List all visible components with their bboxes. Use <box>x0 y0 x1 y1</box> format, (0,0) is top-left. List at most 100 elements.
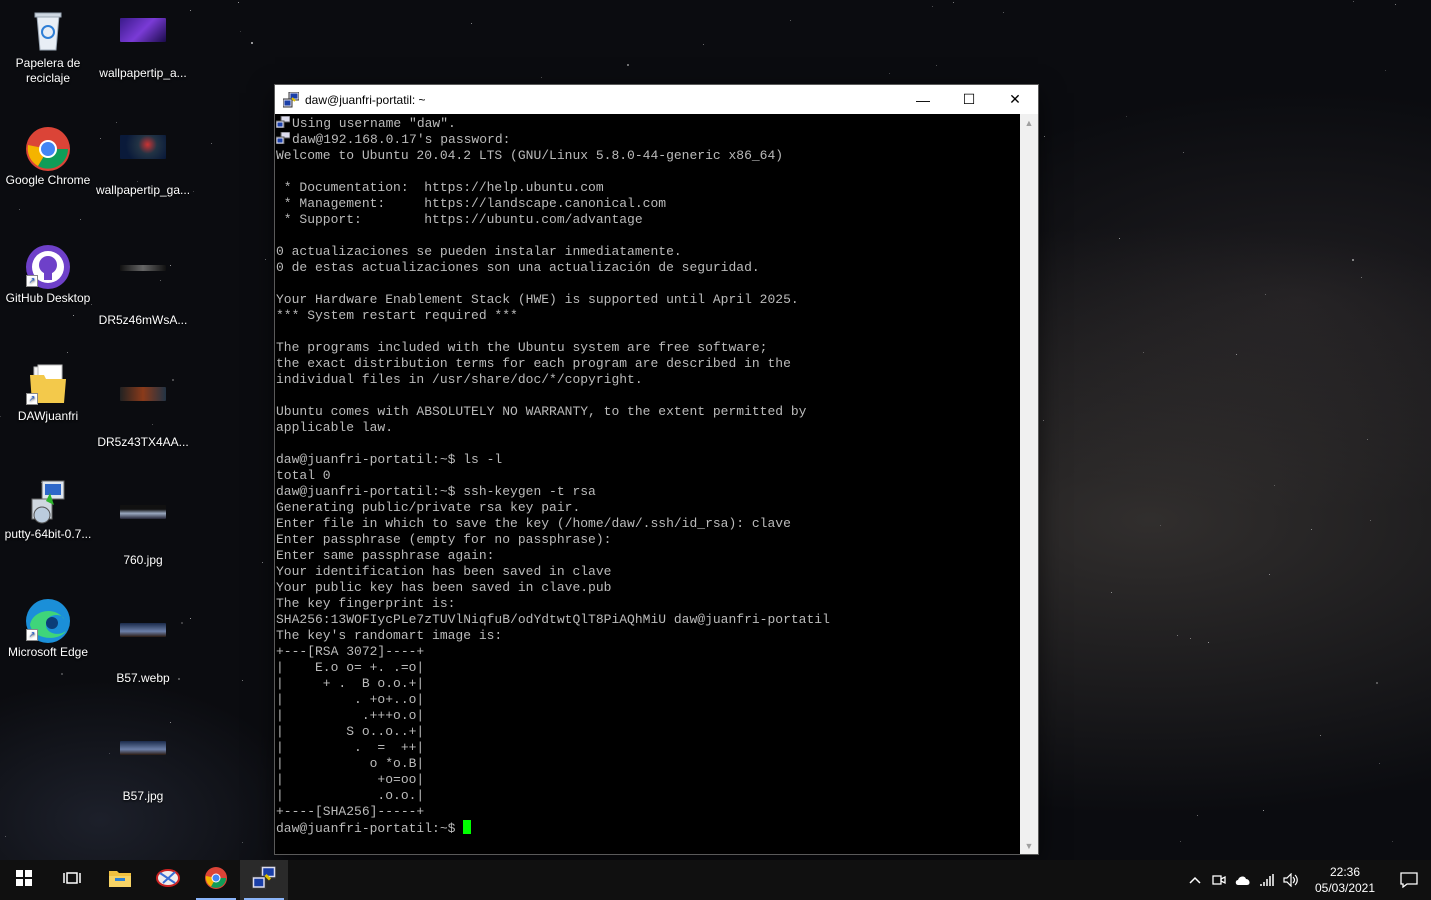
terminal-line: * Support: https://ubuntu.com/advantage <box>276 212 643 227</box>
github-desktop-icon: ↗ <box>24 243 72 289</box>
task-view-button[interactable] <box>48 860 96 900</box>
terminal-line: daw@juanfri-portatil:~$ ls -l <box>276 452 503 467</box>
image-file-icon <box>119 135 167 179</box>
star-dot <box>627 64 629 66</box>
terminal-line: Your identification has been saved in cl… <box>276 564 612 579</box>
scroll-down-arrow-icon[interactable]: ▼ <box>1020 837 1038 854</box>
terminal-line: +----[SHA256]-----+ <box>276 804 425 819</box>
terminal-cursor <box>463 820 472 834</box>
terminal-line: Your public key has been saved in clave.… <box>276 580 612 595</box>
onedrive-cloud-icon[interactable] <box>1231 860 1255 900</box>
putty-window[interactable]: daw@juanfri-portatil: ~ — ☐ ✕ Using user… <box>275 85 1038 854</box>
terminal-line: total 0 <box>276 468 331 483</box>
terminal-line: Ubuntu comes with ABSOLUTELY NO WARRANTY… <box>276 404 807 419</box>
star-dot <box>251 42 253 44</box>
volume-speaker-icon[interactable] <box>1279 860 1303 900</box>
star-dot <box>19 209 20 210</box>
desktop-icon-label: putty-64bit-0.7... <box>4 527 92 541</box>
star-dot <box>1353 1 1354 2</box>
desktop-icon-microsoft-edge[interactable]: ↗ Microsoft Edge <box>0 597 96 660</box>
star-dot <box>953 2 954 3</box>
desktop-icon-dr5z43tx4aa[interactable]: DR5z43TX4AA... <box>95 361 191 450</box>
terminal-line: * Documentation: https://help.ubuntu.com <box>276 180 604 195</box>
shell-prompt: daw@juanfri-portatil:~$ <box>276 821 464 836</box>
start-button[interactable] <box>0 860 48 900</box>
star-dot <box>1111 592 1112 593</box>
meet-now-icon[interactable] <box>1207 860 1231 900</box>
show-hidden-icons-chevron-icon[interactable] <box>1183 860 1207 900</box>
star-dot <box>1190 638 1191 639</box>
desktop-icon-dawjuanfri[interactable]: ↗ DAWjuanfri <box>0 361 96 424</box>
maximize-icon: ☐ <box>962 91 976 107</box>
desktop-icon-wallpapertip-ga[interactable]: wallpapertip_ga... <box>95 125 191 198</box>
notifications-icon[interactable] <box>1387 860 1431 900</box>
putty-key-icon <box>275 115 291 129</box>
putty-taskbar-button[interactable] <box>240 860 288 900</box>
star-dot <box>1311 529 1312 530</box>
star-dot <box>265 259 266 260</box>
desktop-icon-b57-jpg[interactable]: B57.jpg <box>95 715 191 804</box>
star-dot <box>1370 520 1371 521</box>
desktop-icon-label: B57.jpg <box>122 789 164 803</box>
terminal-line: | .o.o.| <box>276 788 425 803</box>
chrome-icon <box>204 866 228 895</box>
star-dot <box>541 77 542 78</box>
desktop-icon-b57-webp[interactable]: B57.webp <box>95 597 191 686</box>
desktop-icon-label: GitHub Desktop <box>5 291 91 305</box>
vertical-scrollbar[interactable]: ▲ ▼ <box>1020 114 1038 854</box>
desktop-icon-label: B57.webp <box>116 671 170 685</box>
minimize-icon: — <box>916 91 930 108</box>
system-tray: 22:36 05/03/2021 <box>1183 860 1431 900</box>
star-dot <box>1395 4 1396 5</box>
star-dot <box>1180 841 1181 842</box>
taskbar-clock[interactable]: 22:36 05/03/2021 <box>1309 864 1381 896</box>
terminal-line: daw@juanfri-portatil:~$ ssh-keygen -t rs… <box>276 484 596 499</box>
shortcut-arrow-icon: ↗ <box>26 629 38 641</box>
terminal-line: | S o..o..+| <box>276 724 425 739</box>
terminal-line: * Management: https://landscape.canonica… <box>276 196 667 211</box>
scroll-up-arrow-icon[interactable]: ▲ <box>1020 114 1038 131</box>
scrollbar-thumb[interactable] <box>1022 132 1036 836</box>
maximize-button[interactable]: ☐ <box>946 85 992 114</box>
star-dot <box>1044 136 1045 137</box>
desktop-icon-github-desktop[interactable]: ↗ GitHub Desktop <box>0 243 96 306</box>
desktop-icon-dr5z46mwsa[interactable]: DR5z46mWsA... <box>95 243 191 328</box>
star-dot <box>1265 294 1266 295</box>
task-view-icon <box>63 870 81 891</box>
desktop-icon-label: Google Chrome <box>5 173 91 187</box>
close-button[interactable]: ✕ <box>992 85 1038 114</box>
taskbar: 22:36 05/03/2021 <box>0 860 1431 900</box>
star-dot <box>211 143 212 144</box>
star-dot <box>1197 815 1198 816</box>
minimize-button[interactable]: — <box>900 85 946 114</box>
star-dot <box>1208 642 1209 643</box>
star-dot <box>1361 277 1362 278</box>
image-file-icon <box>119 505 167 549</box>
snipping-tool-icon <box>155 867 181 894</box>
wifi-network-icon[interactable] <box>1255 860 1279 900</box>
terminal-line: 0 actualizaciones se pueden instalar inm… <box>276 244 682 259</box>
desktop-icon-label: DR5z43TX4AA... <box>97 435 189 449</box>
file-explorer-button[interactable] <box>96 860 144 900</box>
clock-time: 22:36 <box>1329 865 1361 879</box>
putty-icon <box>251 864 277 895</box>
star-dot <box>73 315 74 316</box>
snipping-tool-button[interactable] <box>144 860 192 900</box>
terminal-area[interactable]: Using username "daw". daw@192.168.0.17's … <box>275 114 1020 854</box>
star-dot <box>1160 525 1161 526</box>
desktop-icon-google-chrome[interactable]: Google Chrome <box>0 125 96 188</box>
image-file-icon <box>119 741 167 785</box>
star-dot <box>1392 841 1393 842</box>
star-dot <box>240 31 241 32</box>
window-titlebar[interactable]: daw@juanfri-portatil: ~ — ☐ ✕ <box>275 85 1038 114</box>
star-dot <box>67 352 68 353</box>
chrome-taskbar-button[interactable] <box>192 860 240 900</box>
desktop-icon-label: Papelera de reciclaje <box>15 56 81 85</box>
desktop-icon-760-jpg[interactable]: 760.jpg <box>95 479 191 568</box>
star-dot <box>932 6 933 7</box>
desktop-icon-wallpapertip-a[interactable]: wallpapertip_a... <box>95 8 191 81</box>
desktop-icon-putty-installer[interactable]: putty-64bit-0.7... <box>0 479 96 542</box>
desktop-icon-recycle-bin[interactable]: Papelera de reciclaje <box>0 8 96 86</box>
star-dot <box>193 191 194 192</box>
